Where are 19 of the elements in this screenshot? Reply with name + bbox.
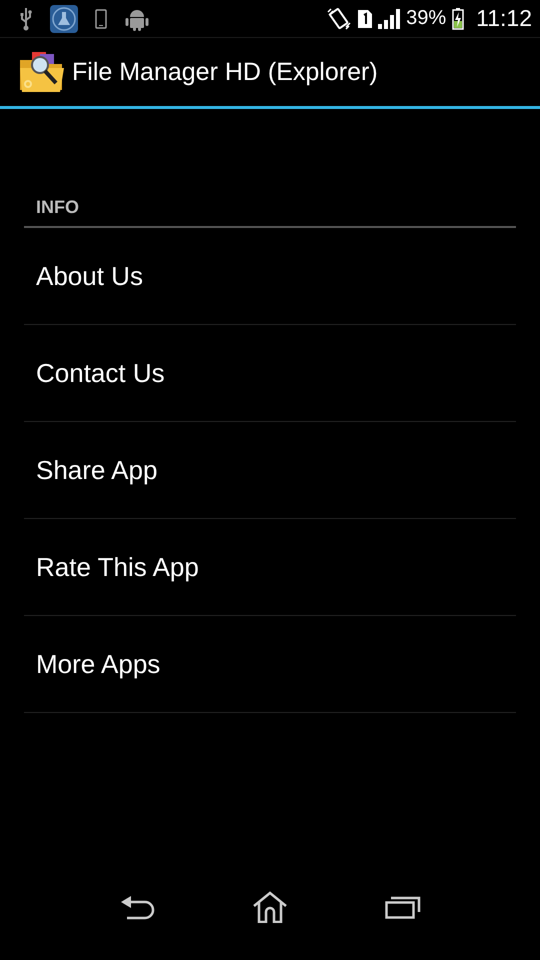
back-icon[interactable]: [118, 894, 155, 920]
menu-item[interactable]: Rate This App: [24, 519, 516, 616]
menu-item[interactable]: More Apps: [24, 616, 516, 713]
vibrate-icon: [326, 6, 352, 32]
menu-item[interactable]: Share App: [24, 422, 516, 519]
recent-apps-icon[interactable]: [385, 895, 422, 919]
battery-percent: 39%: [406, 7, 446, 30]
app-folder-icon: [18, 50, 66, 94]
battery-charging-icon: [452, 8, 464, 30]
phone-icon: [94, 8, 108, 30]
home-icon[interactable]: [252, 891, 288, 923]
app-title: File Manager HD (Explorer): [72, 58, 378, 86]
signal-icon: [378, 8, 400, 28]
menu-item[interactable]: About Us: [24, 228, 516, 325]
section-header: INFO: [24, 197, 516, 228]
usb-icon: [18, 6, 34, 30]
menu-item[interactable]: Contact Us: [24, 325, 516, 422]
clock-time: 11:12: [476, 5, 532, 32]
sim-icon: [358, 10, 372, 28]
